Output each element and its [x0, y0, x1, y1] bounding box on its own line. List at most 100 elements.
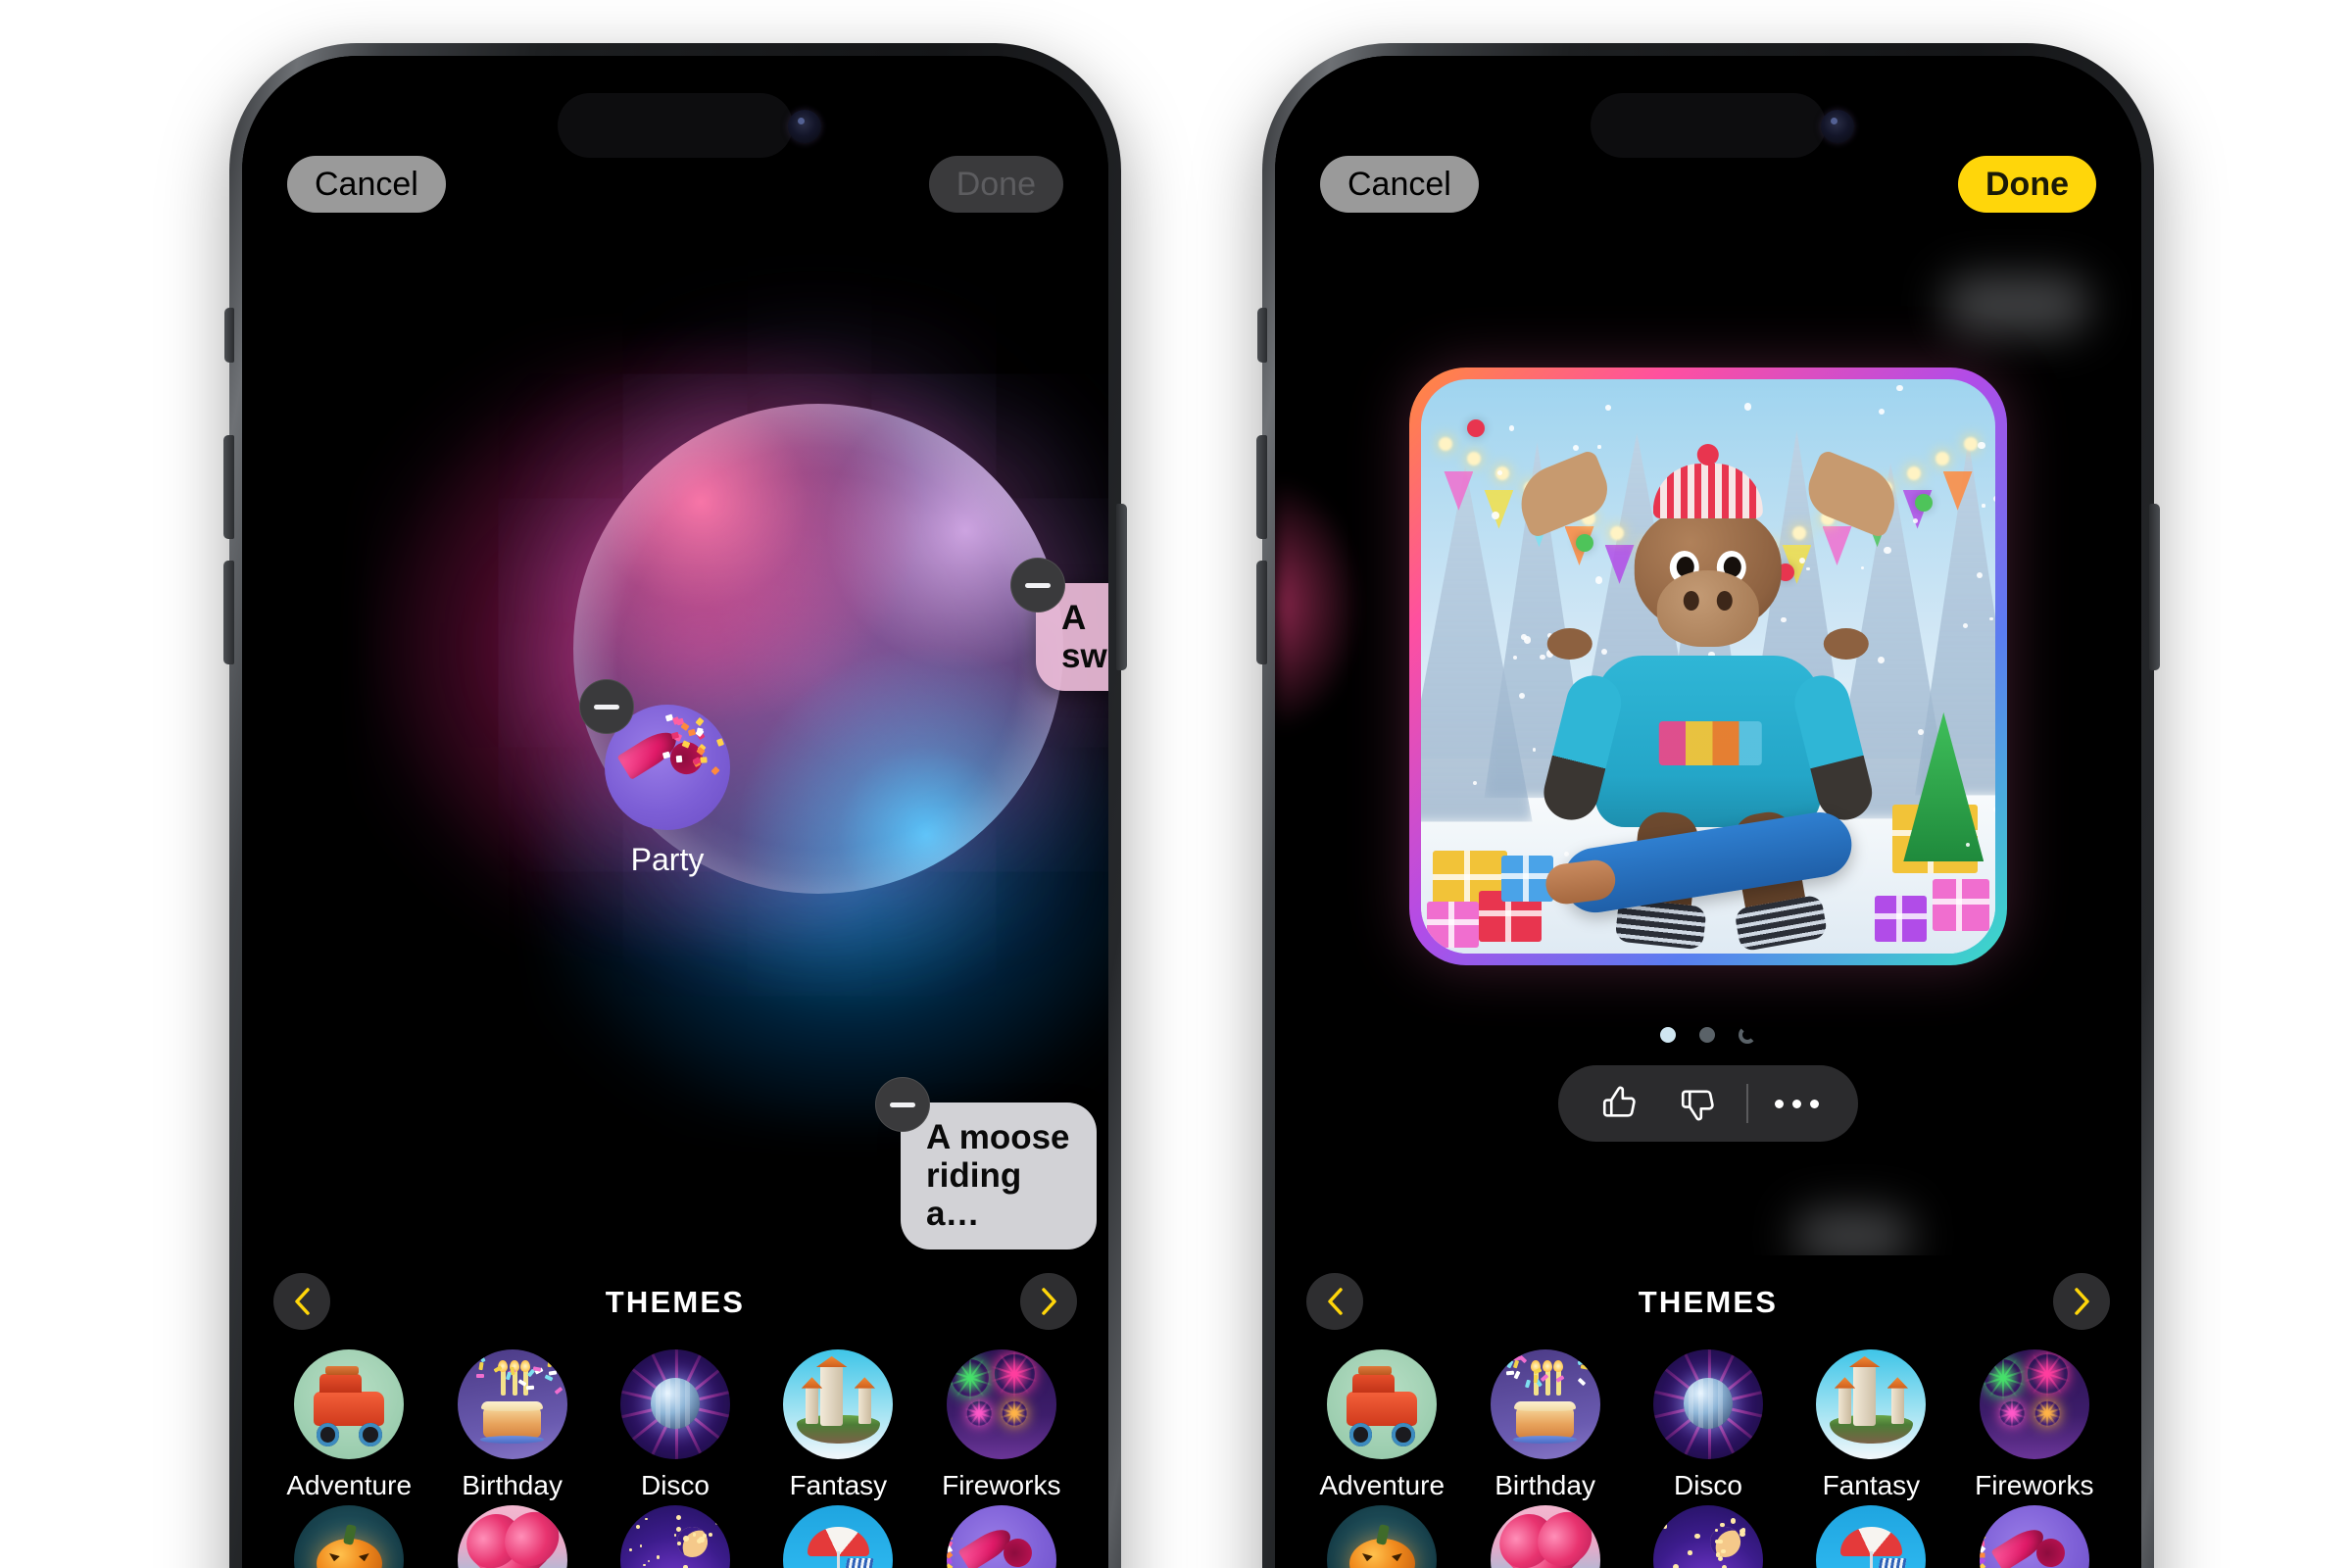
beach-umbrella-icon	[783, 1505, 893, 1568]
toolbar-right: Cancel Done	[1275, 150, 2141, 219]
moose-snout	[1657, 570, 1759, 647]
crescent-moon-icon	[620, 1505, 730, 1568]
thumbs-down-icon	[1678, 1083, 1719, 1124]
themes-header: THEMES	[242, 1255, 1108, 1349]
party-popper-icon	[947, 1505, 1056, 1568]
fireworks-icon	[1980, 1349, 2089, 1459]
theme-item-birthday[interactable]: Birthday	[1463, 1349, 1626, 1501]
themes-prev-button[interactable]	[1306, 1273, 1363, 1330]
theme-item-fantasy[interactable]: Fantasy	[1789, 1349, 1952, 1501]
toolbar-left: Cancel Done	[242, 150, 1108, 219]
theme-item-starry-night[interactable]: Starry Night	[1627, 1505, 1789, 1568]
generated-image-frame	[1409, 368, 2007, 965]
themes-title: THEMES	[1639, 1285, 1778, 1320]
cake-icon	[1491, 1349, 1600, 1459]
themes-grid: Adventure Birthday Disco Fantasy Fireworks Ha…	[1275, 1349, 2141, 1568]
themes-panel-left: THEMES Adventure Birthday Disco Fantasy Fire…	[242, 1255, 1108, 1568]
themes-grid: Adventure Birthday Disco Fantasy Fireworks Ha…	[242, 1349, 1108, 1568]
party-popper-icon	[1980, 1505, 2089, 1568]
beach-umbrella-icon	[1816, 1505, 1926, 1568]
concept-chip-moose[interactable]: A moose riding a…	[901, 1102, 1097, 1250]
theme-item-party[interactable]: Party	[1953, 1505, 2116, 1568]
action-button[interactable]	[224, 308, 234, 363]
remove-concept-button[interactable]	[1010, 558, 1065, 612]
volume-up-button[interactable]	[1256, 435, 1267, 539]
themes-next-button[interactable]	[2053, 1273, 2110, 1330]
themes-panel-right: THEMES Adventure Birthday Disco Fantasy Fire…	[1275, 1255, 2141, 1568]
volume-down-button[interactable]	[223, 561, 234, 664]
theme-item-disco[interactable]: Disco	[594, 1349, 757, 1501]
theme-item-label: Fantasy	[1789, 1470, 1952, 1501]
more-options-button[interactable]	[1760, 1074, 1833, 1133]
theme-item-adventure[interactable]: Adventure	[268, 1349, 430, 1501]
theme-token-label: Party	[605, 842, 730, 878]
beanie-hat	[1653, 464, 1763, 518]
jeep-icon	[1327, 1349, 1437, 1459]
themes-title: THEMES	[606, 1285, 745, 1320]
theme-item-label: Fireworks	[1953, 1470, 2116, 1501]
selected-theme-token[interactable]: Party	[605, 705, 730, 878]
cake-icon	[458, 1349, 567, 1459]
theme-item-label: Fireworks	[920, 1470, 1083, 1501]
theme-item-label: Disco	[594, 1470, 757, 1501]
moose-head	[1635, 505, 1782, 632]
theme-item-summer[interactable]: Summer	[757, 1505, 919, 1568]
theme-item-label: Disco	[1627, 1470, 1789, 1501]
theme-item-love[interactable]: Love	[1463, 1505, 1626, 1568]
page-dot-active[interactable]	[1660, 1027, 1676, 1043]
concept-chip-label: A sweater	[1061, 599, 1108, 675]
done-button[interactable]: Done	[1958, 156, 2096, 213]
theme-item-halloween[interactable]: Halloween	[268, 1505, 430, 1568]
feedback-toolbar	[1558, 1065, 1858, 1142]
theme-item-label: Adventure	[1300, 1470, 1463, 1501]
theme-item-love[interactable]: Love	[430, 1505, 593, 1568]
cancel-button[interactable]: Cancel	[287, 156, 446, 213]
screen-right: Cancel Done THEMES Adventure Birthday Di…	[1275, 56, 2141, 1568]
concept-chip-sweater[interactable]: A sweater	[1036, 583, 1108, 691]
page-dot-loading-spinner-icon	[1739, 1026, 1756, 1044]
volume-up-button[interactable]	[223, 435, 234, 539]
redacted-top-right	[1943, 275, 2090, 334]
themes-prev-button[interactable]	[273, 1273, 330, 1330]
theme-item-label: Fantasy	[757, 1470, 919, 1501]
chevron-left-icon	[291, 1286, 313, 1317]
pumpkin-icon	[1327, 1505, 1437, 1568]
theme-item-fireworks[interactable]: Fireworks	[1953, 1349, 2116, 1501]
power-button[interactable]	[1116, 504, 1127, 670]
disco-ball-icon	[1653, 1349, 1763, 1459]
power-button[interactable]	[2149, 504, 2160, 670]
theme-item-starry-night[interactable]: Starry Night	[594, 1505, 757, 1568]
page-dot-inactive[interactable]	[1699, 1027, 1715, 1043]
theme-item-summer[interactable]: Summer	[1789, 1505, 1952, 1568]
theme-item-party[interactable]: Party	[920, 1505, 1083, 1568]
action-button[interactable]	[1257, 308, 1267, 363]
dynamic-island	[1591, 93, 1826, 158]
playground-canvas[interactable]: Party A sweater A moose riding a…	[242, 203, 1108, 1304]
thumbs-up-button[interactable]	[1584, 1074, 1656, 1133]
remove-theme-button[interactable]	[579, 679, 634, 734]
generated-image-container[interactable]	[1409, 368, 2007, 965]
theme-item-fantasy[interactable]: Fantasy	[757, 1349, 919, 1501]
theme-item-fireworks[interactable]: Fireworks	[920, 1349, 1083, 1501]
theme-item-birthday[interactable]: Birthday	[430, 1349, 593, 1501]
front-camera-icon	[788, 110, 821, 143]
volume-down-button[interactable]	[1256, 561, 1267, 664]
front-camera-icon	[1821, 110, 1854, 143]
theme-item-adventure[interactable]: Adventure	[1300, 1349, 1463, 1501]
cancel-button[interactable]: Cancel	[1320, 156, 1479, 213]
generated-image[interactable]	[1421, 379, 1995, 954]
dynamic-island	[558, 93, 793, 158]
ellipsis-icon	[1775, 1100, 1819, 1108]
themes-next-button[interactable]	[1020, 1273, 1077, 1330]
page-indicator[interactable]	[1660, 1026, 1756, 1044]
disco-ball-icon	[620, 1349, 730, 1459]
thumbs-down-button[interactable]	[1662, 1074, 1735, 1133]
done-button[interactable]: Done	[929, 156, 1063, 213]
heart-balloon-icon	[1491, 1505, 1600, 1568]
theme-item-halloween[interactable]: Halloween	[1300, 1505, 1463, 1568]
theme-item-disco[interactable]: Disco	[1627, 1349, 1789, 1501]
remove-concept-button[interactable]	[875, 1077, 930, 1132]
toolbar-divider	[1746, 1084, 1748, 1123]
moose-character	[1553, 454, 1863, 913]
phone-device-left: Cancel Done Party A sw A moose riding a……	[229, 43, 1121, 1568]
